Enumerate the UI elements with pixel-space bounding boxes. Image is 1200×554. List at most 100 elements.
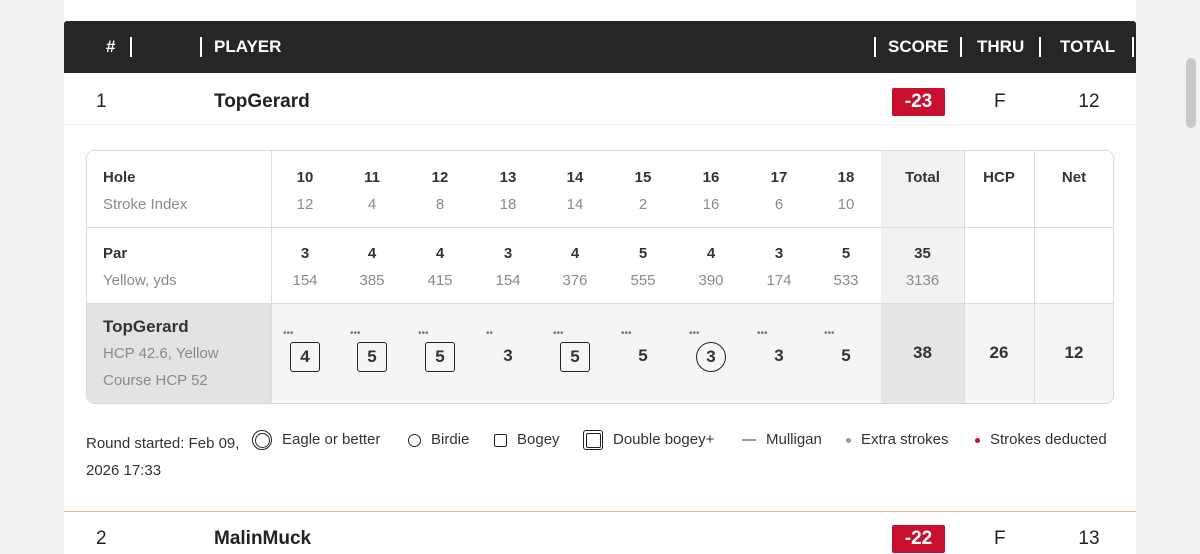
extra-strokes-dots: •••	[689, 328, 700, 339]
player-hcp-strokes: 26	[989, 343, 1009, 362]
hole-number: 17	[770, 169, 788, 186]
course-hcp-line: Course HCP 52	[103, 372, 208, 389]
stroke-index: 18	[499, 196, 517, 213]
hole-stroke: 5	[357, 342, 387, 372]
stroke-index: 10	[837, 196, 855, 213]
player-thru: F	[994, 91, 1006, 112]
legend-extra-strokes: Extra strokes	[846, 430, 949, 450]
header-separator	[874, 37, 876, 57]
header-separator	[960, 37, 962, 57]
hole-stroke: 3	[503, 346, 513, 365]
hole-label: Hole	[103, 169, 136, 186]
player-gross-total: 38	[913, 343, 932, 362]
player-thru: F	[994, 528, 1006, 549]
net-header: Net	[1061, 169, 1087, 186]
hole-stroke: 5	[560, 342, 590, 372]
bogey-icon	[494, 433, 507, 447]
hole-stroke: 3	[696, 342, 726, 372]
header-position: #	[106, 37, 116, 56]
header-separator	[200, 37, 202, 57]
legend-bogey-label: Bogey	[517, 431, 560, 448]
row-divider	[64, 124, 1136, 125]
hole-par: 4	[435, 245, 445, 262]
hole-par: 5	[638, 245, 648, 262]
hole-par: 4	[570, 245, 580, 262]
hole-stroke: 4	[290, 342, 320, 372]
strokes-deducted-icon	[975, 437, 980, 443]
legend-bogey: Bogey	[494, 430, 560, 450]
total-header: Total	[905, 169, 940, 186]
hole-yards: 174	[766, 272, 792, 289]
hole-number: 18	[837, 169, 855, 186]
double-bogey-icon	[583, 430, 603, 450]
legend-mulligan-label: Mulligan	[766, 431, 822, 448]
stroke-index: 14	[566, 196, 584, 213]
hole-yards: 154	[495, 272, 521, 289]
hole-number: 15	[634, 169, 652, 186]
hole-par: 3	[774, 245, 784, 262]
legend-strokes-deducted: Strokes deducted	[975, 430, 1107, 450]
stroke-index: 2	[638, 196, 648, 213]
player-position: 1	[96, 91, 107, 112]
stroke-index: 6	[774, 196, 784, 213]
player-hcp-line: HCP 42.6, Yellow	[103, 345, 219, 362]
hole-yards: 376	[562, 272, 588, 289]
header-total[interactable]: TOTAL	[1060, 37, 1115, 57]
extra-strokes-icon	[846, 437, 851, 443]
hole-yards: 415	[427, 272, 453, 289]
legend-mulligan: Mulligan	[742, 430, 822, 450]
hole-par: 3	[503, 245, 513, 262]
extra-strokes-dots: •••	[621, 328, 632, 339]
stroke-index: 16	[702, 196, 720, 213]
par-label: Par	[103, 245, 128, 262]
legend-extra-strokes-label: Extra strokes	[861, 431, 949, 448]
stroke-index: 8	[435, 196, 445, 213]
hole-par: 4	[706, 245, 716, 262]
hole-par: 3	[300, 245, 310, 262]
round-started: Round started: Feb 09, 2026 17:33	[86, 435, 240, 479]
hole-par: 5	[841, 245, 851, 262]
player-name[interactable]: TopGerard	[214, 91, 310, 113]
birdie-icon	[408, 433, 421, 447]
hole-stroke: 5	[841, 346, 851, 365]
extra-strokes-dots: •••	[283, 328, 294, 339]
par-total: 35	[914, 245, 931, 262]
hole-stroke: 5	[425, 342, 455, 372]
header-thru[interactable]: THRU	[977, 37, 1024, 57]
row-line	[87, 303, 1113, 304]
hole-number: 11	[364, 169, 380, 186]
column-line	[1034, 151, 1035, 403]
score-badge: -23	[892, 88, 945, 116]
player-name[interactable]: MalinMuck	[214, 528, 311, 550]
legend-eagle: Eagle or better	[252, 430, 380, 450]
column-line	[271, 151, 272, 403]
leaderboard-row[interactable]: 1 TopGerard -23 F 12	[64, 74, 1136, 128]
header-player[interactable]: PLAYER	[214, 37, 281, 57]
header-separator	[1039, 37, 1041, 57]
extra-strokes-dots: •••	[553, 328, 564, 339]
row-line	[87, 227, 1113, 228]
scrollbar-thumb[interactable]	[1186, 58, 1196, 128]
leaderboard-page: # PLAYER SCORE THRU TOTAL 1 TopGerard -2…	[0, 0, 1200, 554]
eagle-icon	[252, 430, 272, 450]
hcp-header: HCP	[983, 169, 1015, 186]
header-score[interactable]: SCORE	[888, 37, 948, 57]
stroke-index: 12	[296, 196, 314, 213]
extra-strokes-dots: •••	[350, 328, 361, 339]
legend-birdie-label: Birdie	[431, 431, 470, 448]
leaderboard-row[interactable]: 2 MalinMuck -22 F 13	[64, 511, 1136, 554]
legend-strokes-deducted-label: Strokes deducted	[990, 431, 1107, 448]
extra-strokes-dots: •••	[824, 328, 835, 339]
legend-double-bogey: Double bogey+	[583, 430, 714, 450]
legend-birdie: Birdie	[408, 430, 469, 450]
player-total: 12	[1078, 91, 1100, 112]
hole-number: 13	[499, 169, 517, 186]
hole-yards: 390	[698, 272, 724, 289]
leaderboard-header: # PLAYER SCORE THRU TOTAL	[64, 21, 1136, 73]
hole-par: 4	[367, 245, 377, 262]
extra-strokes-dots: •••	[418, 328, 429, 339]
scorecard-table: Hole Stroke Index Par Yellow, yds TopGer…	[86, 150, 1114, 404]
hole-number: 14	[566, 169, 584, 186]
extra-strokes-dots: ••	[486, 328, 494, 339]
column-line	[964, 151, 965, 403]
